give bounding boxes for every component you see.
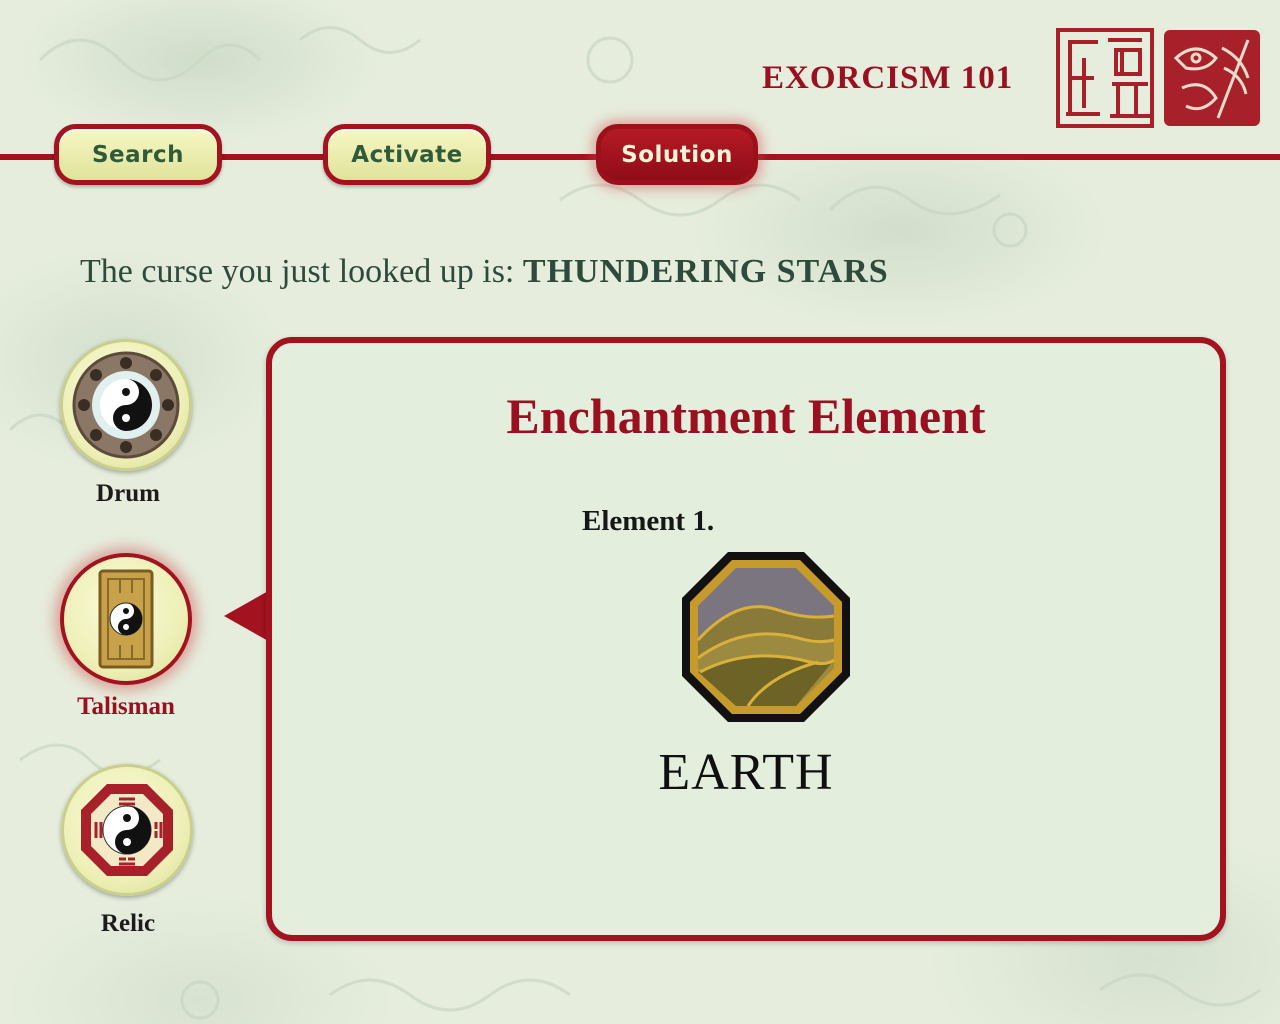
tool-label-drum: Drum bbox=[96, 480, 160, 507]
curse-prefix: The curse you just looked up is: bbox=[80, 253, 515, 290]
red-seal-dragon-icon bbox=[1164, 30, 1260, 126]
tool-label-relic: Relic bbox=[100, 910, 156, 937]
tool-drum-button[interactable] bbox=[60, 339, 192, 471]
curse-line: The curse you just looked up is: THUNDER… bbox=[80, 253, 889, 291]
drum-yin-yang-icon bbox=[72, 351, 180, 459]
tab-activate[interactable]: Activate bbox=[323, 124, 491, 185]
tool-label-talisman: Talisman bbox=[77, 693, 175, 720]
talisman-scroll-icon bbox=[98, 569, 154, 669]
element-name: EARTH bbox=[658, 744, 834, 801]
tab-search[interactable]: Search bbox=[54, 124, 222, 185]
tab-solution[interactable]: Solution bbox=[596, 124, 758, 185]
app-title: EXORCISM 101 bbox=[762, 60, 1014, 96]
tool-talisman-button[interactable] bbox=[60, 553, 192, 685]
solution-panel: Enchantment Element Element 1. EARTH bbox=[266, 337, 1226, 941]
panel-pointer bbox=[224, 590, 270, 642]
bagua-relic-icon bbox=[81, 784, 173, 876]
panel-title: Enchantment Element bbox=[506, 388, 986, 444]
curse-name: THUNDERING STARS bbox=[522, 253, 889, 290]
red-seal-stamp-icon bbox=[1056, 28, 1154, 128]
element-label: Element 1. bbox=[582, 505, 715, 537]
earth-hills-icon bbox=[682, 552, 850, 722]
tool-relic-button[interactable] bbox=[61, 764, 193, 896]
